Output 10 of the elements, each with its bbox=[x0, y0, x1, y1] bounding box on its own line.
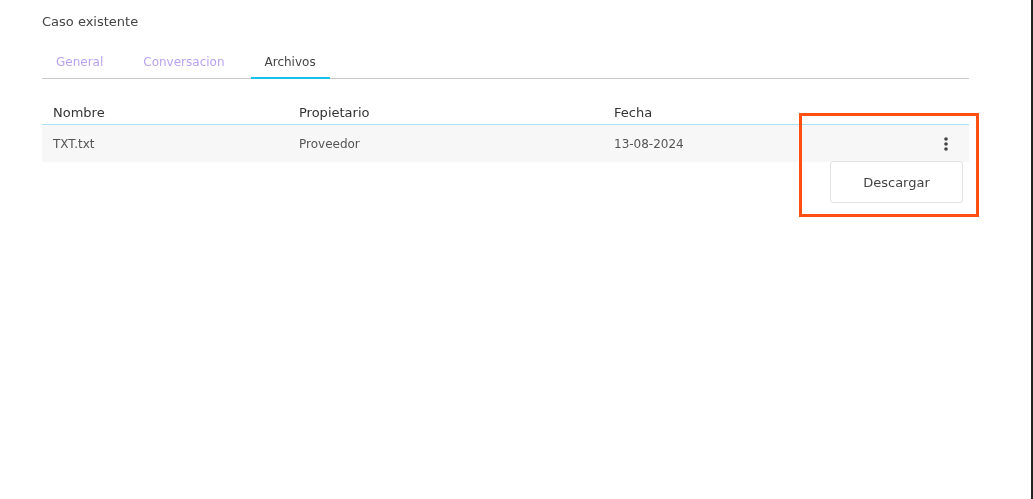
tab[interactable]: Archivos bbox=[250, 55, 330, 79]
table-cell-text: 13-08-2024 bbox=[613, 136, 685, 151]
column-header: Propietario bbox=[298, 105, 371, 120]
table-cell-text: TXT.txt bbox=[52, 136, 96, 151]
menu-item[interactable]: Descargar bbox=[831, 162, 962, 202]
table-cell-text: Proveedor bbox=[298, 136, 361, 151]
column-header: Nombre bbox=[52, 105, 106, 120]
page-title: Caso existente bbox=[42, 14, 140, 29]
column-header: Fecha bbox=[613, 105, 654, 120]
more-options-icon[interactable] bbox=[943, 135, 949, 152]
